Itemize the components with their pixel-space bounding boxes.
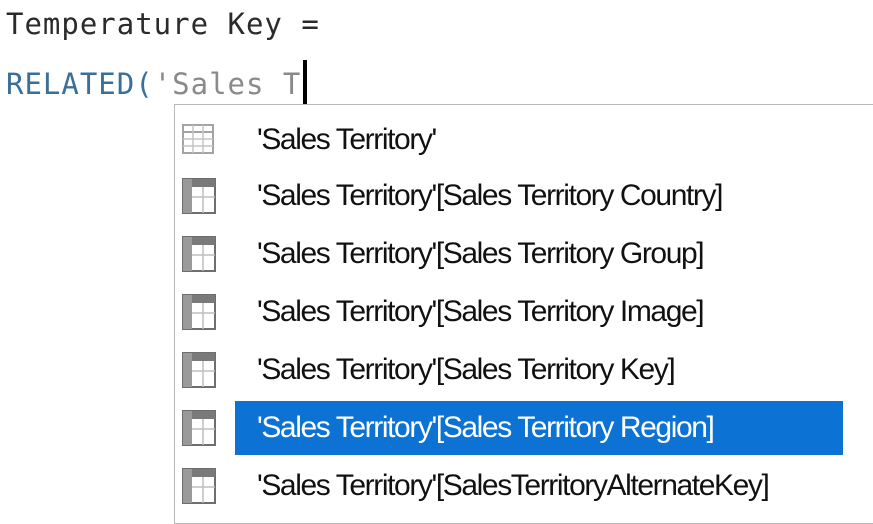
autocomplete-item-sales-territory-table[interactable]: 'Sales Territory' bbox=[175, 113, 873, 167]
typed-argument-text: 'Sales T bbox=[153, 67, 302, 101]
autocomplete-item-sales-territory-group[interactable]: 'Sales Territory'[Sales Territory Group] bbox=[175, 227, 873, 281]
formula-line-1[interactable]: Temperature Key = bbox=[6, 6, 320, 42]
column-icon bbox=[182, 352, 216, 388]
autocomplete-item-sales-territory-key[interactable]: 'Sales Territory'[Sales Territory Key] bbox=[175, 343, 873, 397]
autocomplete-item-sales-territory-region[interactable]: 'Sales Territory'[Sales Territory Region… bbox=[175, 401, 873, 455]
column-icon bbox=[182, 294, 216, 330]
autocomplete-item-label: 'Sales Territory'[SalesTerritoryAlternat… bbox=[257, 469, 770, 502]
measure-name-text: Temperature Key = bbox=[6, 7, 320, 41]
autocomplete-item-label: 'Sales Territory'[Sales Territory Group] bbox=[257, 237, 705, 270]
autocomplete-item-label: 'Sales Territory'[Sales Territory Region… bbox=[235, 401, 843, 455]
autocomplete-list[interactable]: 'Sales Territory' 'Sales Territory'[Sale… bbox=[174, 104, 873, 524]
autocomplete-item-sales-territory-alternate-key[interactable]: 'Sales Territory'[SalesTerritoryAlternat… bbox=[175, 459, 873, 513]
formula-editor[interactable]: Temperature Key = RELATED('Sales T 'Sale… bbox=[0, 0, 873, 524]
column-icon bbox=[182, 468, 216, 504]
autocomplete-item-label: 'Sales Territory'[Sales Territory Key] bbox=[257, 353, 676, 386]
table-icon bbox=[182, 124, 214, 154]
formula-line-2[interactable]: RELATED('Sales T bbox=[6, 60, 308, 106]
autocomplete-item-label: 'Sales Territory' bbox=[257, 123, 437, 156]
autocomplete-item-label: 'Sales Territory'[Sales Territory Image] bbox=[257, 295, 705, 328]
autocomplete-item-label: 'Sales Territory'[Sales Territory Countr… bbox=[257, 179, 723, 212]
autocomplete-item-sales-territory-country[interactable]: 'Sales Territory'[Sales Territory Countr… bbox=[175, 169, 873, 223]
autocomplete-item-sales-territory-image[interactable]: 'Sales Territory'[Sales Territory Image] bbox=[175, 285, 873, 339]
function-name-text: RELATED( bbox=[6, 67, 154, 101]
column-icon bbox=[182, 178, 216, 214]
text-cursor bbox=[303, 60, 308, 106]
column-icon bbox=[182, 410, 216, 446]
column-icon bbox=[182, 236, 216, 272]
